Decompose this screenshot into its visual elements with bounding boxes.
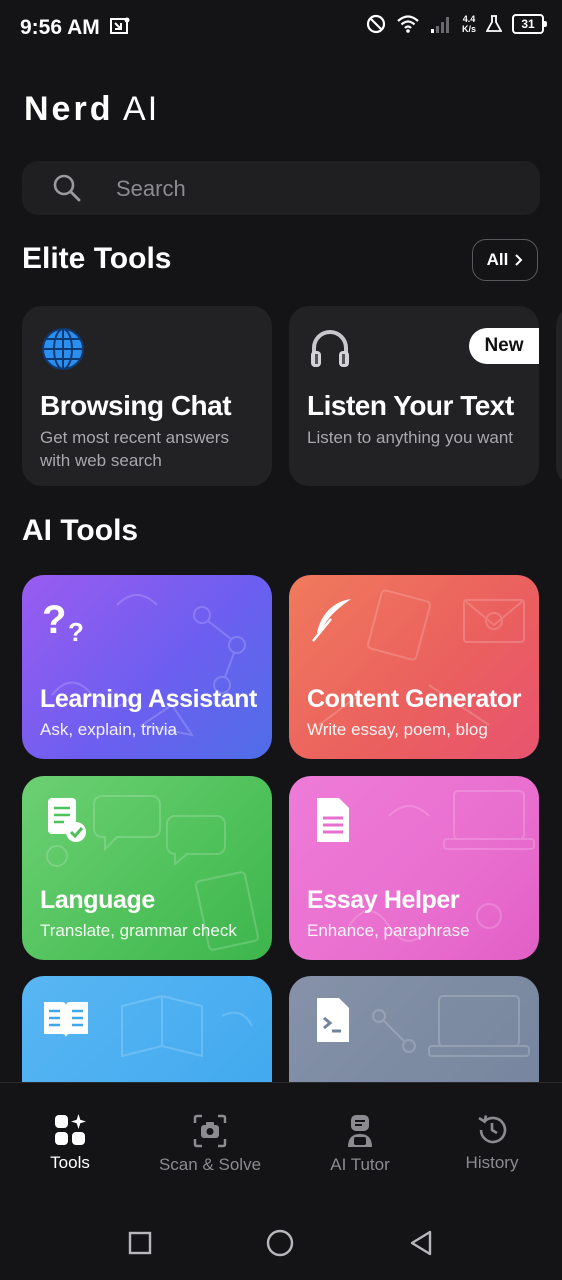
nav-label: History — [465, 1153, 519, 1172]
feather-icon — [312, 599, 351, 642]
card-title: Browsing Chat — [40, 390, 232, 421]
card-subtitle: Write essay, poem, blog — [307, 720, 488, 739]
network-speed: 4.4 K/s — [462, 14, 476, 34]
question-marks-icon: ? ? — [42, 598, 84, 645]
document-check-icon — [48, 798, 86, 842]
card-title: Listen Your Text — [307, 390, 514, 421]
app-title: Nerd AI — [24, 90, 159, 129]
nav-scan-solve[interactable]: Scan & Solve — [150, 1113, 270, 1175]
all-button[interactable]: All — [472, 239, 538, 281]
flask-icon — [486, 15, 502, 32]
do-not-disturb-icon — [366, 14, 386, 34]
search-input[interactable] — [114, 171, 518, 207]
nav-label: Tools — [50, 1153, 90, 1172]
nav-label: AI Tutor — [330, 1155, 390, 1174]
recent-apps-icon[interactable] — [128, 1231, 152, 1255]
card-title: Learning Assistant — [40, 685, 257, 713]
nav-tools[interactable]: Tools — [30, 1113, 110, 1173]
new-badge: New — [469, 328, 539, 364]
app-title-bold: Nerd — [24, 90, 114, 128]
ai-tools-heading: AI Tools — [22, 514, 139, 547]
card-title: Essay Helper — [307, 886, 460, 914]
svg-text:?: ? — [42, 598, 66, 642]
battery-indicator: 31 — [512, 14, 547, 34]
nav-label: Scan & Solve — [158, 1155, 262, 1174]
card-subtitle: Get most recent answers with web search — [40, 428, 229, 470]
app-title-light: AI — [123, 90, 160, 128]
tool-card-learning-assistant[interactable]: ? ? Learning Assistant Ask, explain, tri… — [22, 575, 272, 759]
wifi-icon — [397, 15, 419, 33]
headphones-icon — [311, 330, 349, 367]
signal-icon — [430, 17, 449, 33]
tool-card-language[interactable]: Language Translate, grammar check — [22, 776, 272, 960]
search-icon — [53, 174, 81, 202]
open-book-icon — [44, 1002, 88, 1038]
svg-text:?: ? — [68, 617, 84, 645]
all-button-label: All — [486, 250, 509, 269]
card-subtitle: Listen to anything you want — [307, 428, 514, 447]
terminal-file-icon — [317, 998, 349, 1042]
nav-history[interactable]: History — [450, 1113, 534, 1173]
search-bar[interactable] — [22, 161, 540, 215]
chevron-right-icon — [515, 254, 523, 266]
globe-icon — [42, 328, 84, 370]
elite-tools-heading: Elite Tools — [22, 242, 172, 275]
home-icon[interactable] — [266, 1229, 294, 1257]
net-speed-unit: K/s — [461, 24, 476, 34]
elite-card-browsing-chat[interactable]: Browsing Chat Get most recent answers wi… — [22, 306, 272, 486]
tool-card-content-generator[interactable]: Content Generator Write essay, poem, blo… — [289, 575, 539, 759]
tools-grid-icon — [55, 1114, 86, 1145]
elite-card-listen-your-text[interactable]: New Listen Your Text Listen to anything … — [289, 306, 539, 486]
card-title: Language — [40, 886, 155, 914]
nav-ai-tutor[interactable]: AI Tutor — [315, 1113, 405, 1175]
card-title: Content Generator — [307, 685, 522, 713]
camera-scan-icon — [193, 1114, 227, 1148]
system-navigation-bar — [0, 1202, 562, 1280]
status-time: 9:56 AM — [20, 16, 100, 39]
tool-card-essay-helper[interactable]: Essay Helper Enhance, paraphrase — [289, 776, 539, 960]
notification-icon — [110, 17, 130, 34]
tutor-icon — [348, 1115, 372, 1147]
status-bar: 9:56 AM 4.4 K/s 31 — [0, 0, 562, 56]
bottom-navigation: Tools Scan & Solve AI Tutor History — [0, 1082, 562, 1203]
document-icon — [317, 798, 349, 842]
elite-card-partial[interactable] — [556, 306, 562, 486]
history-icon — [478, 1115, 507, 1144]
card-subtitle: Translate, grammar check — [40, 921, 237, 940]
back-icon[interactable] — [408, 1230, 434, 1256]
net-speed-value: 4.4 — [462, 14, 476, 24]
card-subtitle: Ask, explain, trivia — [40, 720, 177, 739]
card-subtitle: Enhance, paraphrase — [307, 921, 470, 940]
